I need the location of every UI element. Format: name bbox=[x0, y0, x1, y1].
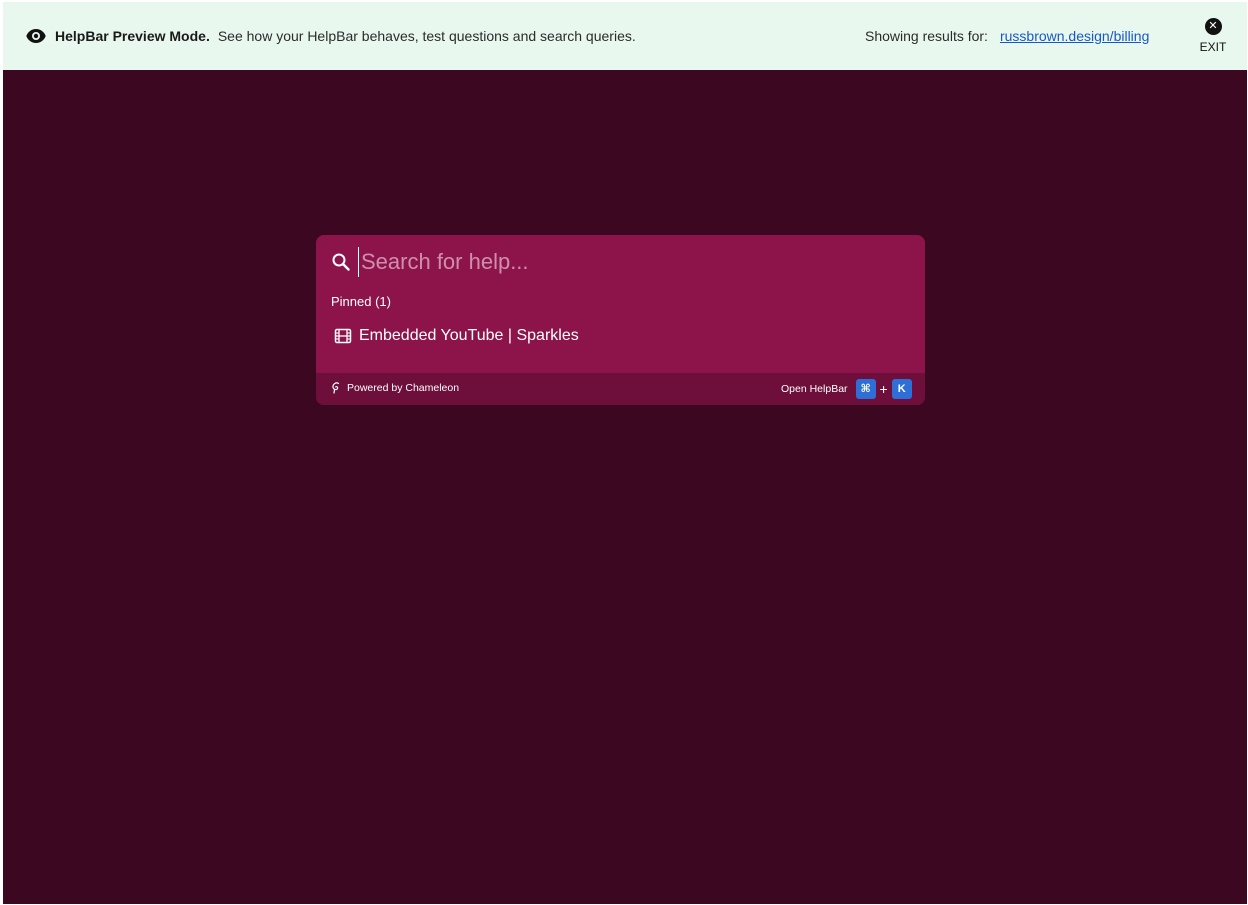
pinned-section-label: Pinned (1) bbox=[331, 294, 391, 309]
close-circle-icon: ✕ bbox=[1204, 18, 1222, 35]
search-input[interactable] bbox=[358, 247, 901, 277]
results-info: Showing results for: russbrown.design/bi… bbox=[865, 2, 1149, 70]
eye-icon bbox=[25, 25, 47, 47]
helpbar-footer: Powered by Chameleon Open HelpBar ⌘ + K bbox=[316, 373, 925, 405]
pinned-item-label: Embedded YouTube | Sparkles bbox=[359, 327, 579, 344]
k-key: K bbox=[891, 379, 912, 399]
page-background: HelpBar Preview Mode. See how your HelpB… bbox=[3, 2, 1247, 904]
exit-button[interactable]: ✕ EXIT bbox=[1195, 18, 1231, 54]
search-icon bbox=[331, 252, 351, 272]
open-helpbar-shortcut: Open HelpBar ⌘ + K bbox=[781, 378, 912, 400]
preview-banner: HelpBar Preview Mode. See how your HelpB… bbox=[3, 2, 1247, 70]
film-icon bbox=[334, 327, 352, 345]
powered-by[interactable]: Powered by Chameleon bbox=[331, 382, 459, 394]
chameleon-logo-icon bbox=[331, 382, 341, 394]
pinned-item[interactable]: Embedded YouTube | Sparkles bbox=[334, 323, 579, 349]
helpbar-panel: Pinned (1) Embedded YouTube | Sparkles bbox=[316, 235, 925, 405]
results-url-link[interactable]: russbrown.design/billing bbox=[1000, 28, 1149, 44]
plus-sign: + bbox=[879, 381, 888, 397]
banner-title: HelpBar Preview Mode. bbox=[55, 28, 210, 44]
powered-by-label: Powered by Chameleon bbox=[347, 382, 460, 394]
results-label: Showing results for: bbox=[865, 28, 988, 44]
exit-label: EXIT bbox=[1199, 40, 1227, 54]
search-row bbox=[316, 235, 925, 289]
command-key: ⌘ bbox=[855, 379, 876, 399]
open-helpbar-label: Open HelpBar bbox=[781, 383, 848, 395]
banner-description: See how your HelpBar behaves, test quest… bbox=[217, 28, 636, 44]
